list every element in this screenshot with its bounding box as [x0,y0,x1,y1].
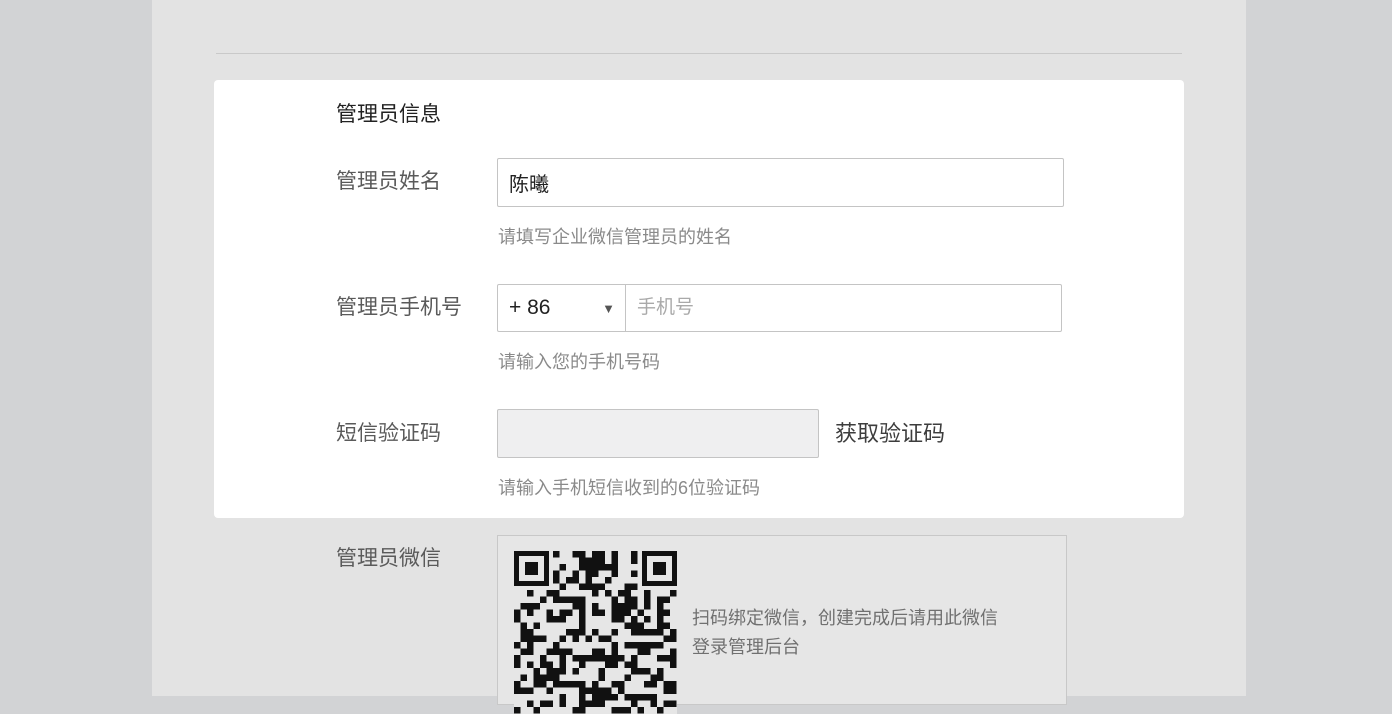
admin-name-hint: 请填写企业微信管理员的姓名 [498,227,732,247]
country-code-value: + 86 [509,296,551,319]
divider [216,53,1182,54]
section-title: 管理员信息 [336,103,441,126]
get-code-button[interactable]: 获取验证码 [835,419,945,449]
qr-instructions-line2: 登录管理后台 [692,637,800,657]
admin-phone-label: 管理员手机号 [336,296,462,319]
sms-code-input[interactable] [497,409,819,458]
admin-wechat-label: 管理员微信 [336,547,441,570]
caret-down-icon: ▼ [602,300,615,316]
country-code-select[interactable]: + 86 ▼ [498,285,626,331]
admin-phone-hint: 请输入您的手机号码 [498,352,660,372]
phone-input-group: + 86 ▼ [497,284,1062,332]
qr-code-icon [514,551,677,714]
qr-instructions: 扫码绑定微信，创建完成后请用此微信 登录管理后台 [692,604,1032,662]
sms-code-label: 短信验证码 [336,422,441,445]
admin-name-label: 管理员姓名 [336,170,441,193]
qr-instructions-line1: 扫码绑定微信，创建完成后请用此微信 [692,608,998,628]
sms-code-hint: 请输入手机短信收到的6位验证码 [498,478,761,498]
admin-name-input[interactable] [497,158,1064,207]
phone-number-input[interactable] [626,285,1061,331]
